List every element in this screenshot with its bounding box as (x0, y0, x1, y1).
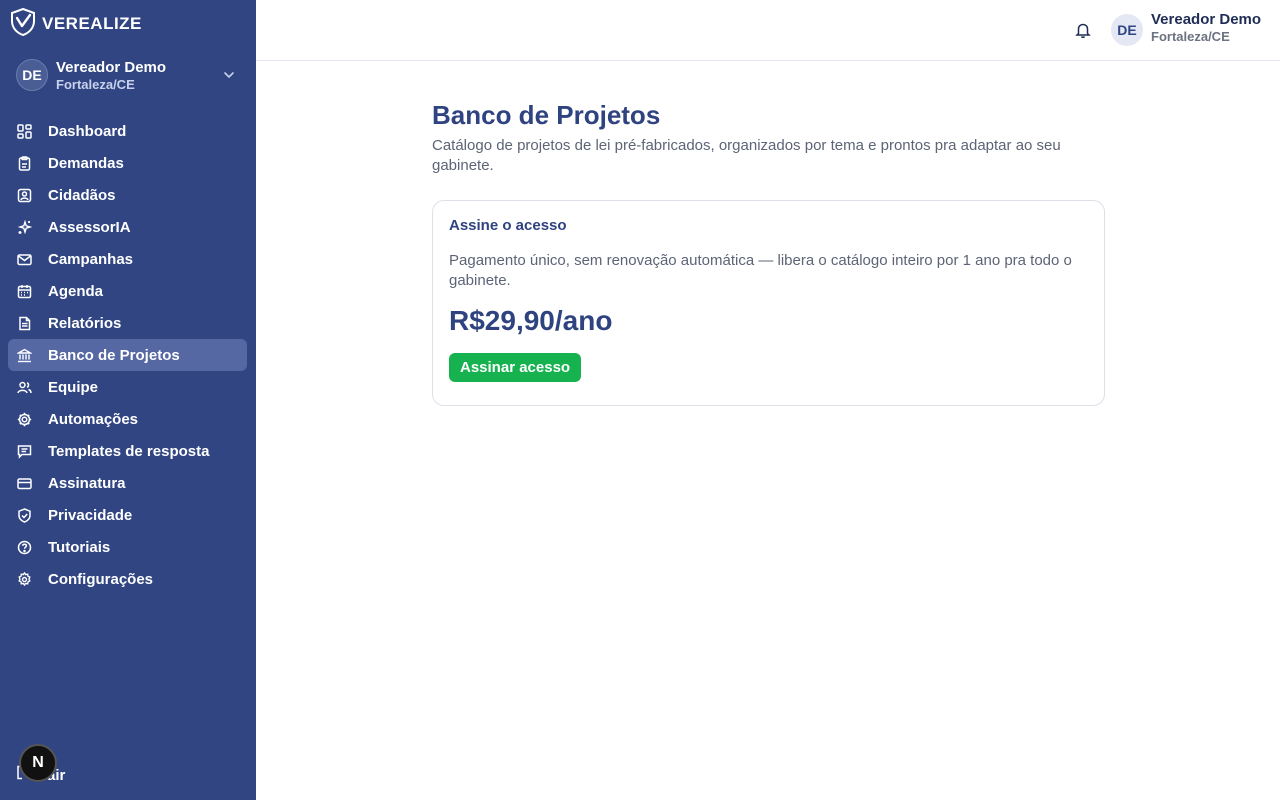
sidebar-item-relatorios[interactable]: Relatórios (8, 307, 247, 339)
sidebar-item-tutoriais[interactable]: Tutoriais (8, 531, 247, 563)
sidebar-item-label: Demandas (48, 154, 124, 172)
sidebar-item-configuracoes[interactable]: Configurações (8, 563, 247, 595)
chevron-down-icon (222, 68, 236, 87)
sidebar-item-label: Assinatura (48, 474, 126, 492)
sidebar-item-label: Agenda (48, 282, 104, 300)
sidebar-item-label: Campanhas (48, 250, 134, 268)
sidebar-item-label: Cidadãos (48, 186, 116, 204)
card-description: Pagamento único, sem renovação automátic… (449, 252, 1072, 289)
profile-location: Fortaleza/CE (56, 76, 135, 92)
contact-icon (16, 187, 32, 203)
brand-logo[interactable]: VEREALIZE (10, 7, 142, 41)
sidebar-item-label: AssessorIA (48, 218, 131, 236)
page-title: Banco de Projetos (432, 100, 661, 130)
subscription-card: Assine o acesso Pagamento único, sem ren… (432, 200, 1105, 406)
profile-switcher[interactable]: DE Vereador Demo Fortaleza/CE (16, 58, 244, 92)
sidebar: VEREALIZE DE Vereador Demo Fortaleza/CE … (0, 0, 256, 800)
clipboard-icon (16, 155, 32, 171)
sidebar-item-equipe[interactable]: Equipe (8, 371, 247, 403)
cog-icon (16, 411, 32, 427)
price-label: R$29,90/ano (449, 305, 613, 336)
shield-check-icon (10, 7, 36, 41)
sidebar-item-label: Privacidade (48, 506, 133, 524)
shield-icon (16, 507, 32, 523)
landmark-icon (16, 347, 32, 363)
help-circle-icon (16, 539, 32, 555)
sidebar-item-banco-de-projetos[interactable]: Banco de Projetos (8, 339, 247, 371)
avatar[interactable]: DE (1111, 14, 1143, 46)
credit-card-icon (16, 475, 32, 491)
sidebar-item-assessoria[interactable]: AssessorIA (8, 211, 247, 243)
sparkles-icon (16, 219, 32, 235)
users-icon (16, 379, 32, 395)
bell-icon[interactable] (1074, 21, 1092, 39)
user-location: Fortaleza/CE (1151, 29, 1230, 44)
sidebar-item-cidadaos[interactable]: Cidadãos (8, 179, 247, 211)
sidebar-item-label: Dashboard (48, 122, 127, 140)
subscribe-button[interactable]: Assinar acesso (449, 353, 582, 382)
page-description: Catálogo de projetos de lei pré-fabricad… (432, 137, 1061, 174)
sidebar-item-label: Automações (48, 410, 139, 428)
calendar-icon (16, 283, 32, 299)
mail-icon (16, 251, 32, 267)
user-name: Vereador Demo (1151, 11, 1262, 28)
message-square-icon (16, 443, 32, 459)
sidebar-nav: Dashboard Demandas Cidadãos AssessorIA C… (8, 115, 247, 595)
main-content: Banco de Projetos Catálogo de projetos d… (432, 98, 1105, 406)
sidebar-item-label: Banco de Projetos (48, 346, 180, 364)
sidebar-item-campanhas[interactable]: Campanhas (8, 243, 247, 275)
sidebar-item-label: Configurações (48, 570, 154, 588)
sidebar-item-dashboard[interactable]: Dashboard (8, 115, 247, 147)
sidebar-item-agenda[interactable]: Agenda (8, 275, 247, 307)
avatar: DE (16, 59, 48, 91)
sidebar-item-assinatura[interactable]: Assinatura (8, 467, 247, 499)
sidebar-item-label: Equipe (48, 378, 99, 396)
sidebar-item-demandas[interactable]: Demandas (8, 147, 247, 179)
sidebar-item-label: Templates de resposta (48, 442, 210, 460)
sidebar-item-label: Tutoriais (48, 538, 111, 556)
profile-name: Vereador Demo (56, 58, 167, 76)
grid-icon (16, 123, 32, 139)
card-title: Assine o acesso (449, 217, 567, 234)
sidebar-item-privacidade[interactable]: Privacidade (8, 499, 247, 531)
settings-icon (16, 571, 32, 587)
dev-tools-badge[interactable]: N (19, 744, 57, 782)
top-bar: DE Vereador Demo Fortaleza/CE (256, 0, 1280, 61)
file-text-icon (16, 315, 32, 331)
sidebar-item-automacoes[interactable]: Automações (8, 403, 247, 435)
sidebar-item-label: Relatórios (48, 314, 122, 332)
user-menu[interactable]: Vereador Demo Fortaleza/CE (1151, 11, 1261, 45)
brand-name: VEREALIZE (42, 14, 142, 33)
sidebar-item-templates-de-resposta[interactable]: Templates de resposta (8, 435, 247, 467)
